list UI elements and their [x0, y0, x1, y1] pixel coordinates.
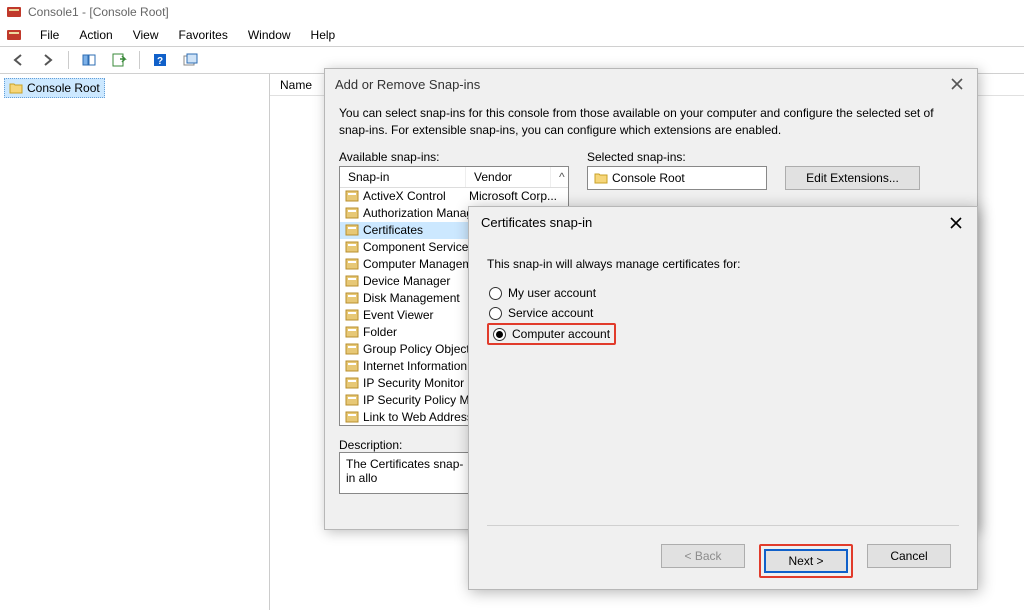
export-list-button[interactable]	[107, 49, 131, 71]
menu-bar: File Action View Favorites Window Help	[0, 24, 1024, 46]
tree-node-label: Console Root	[27, 81, 100, 95]
header-snapin: Snap-in	[340, 167, 466, 187]
scroll-up-icon[interactable]: ^	[550, 167, 568, 187]
snapin-icon	[344, 206, 359, 221]
edit-extensions-label: Edit Extensions...	[806, 171, 899, 185]
nav-back-button[interactable]	[6, 49, 30, 71]
selected-snapins-label: Selected snap-ins:	[587, 150, 767, 164]
show-hide-tree-button[interactable]	[77, 49, 101, 71]
cancel-button-label: Cancel	[890, 549, 927, 563]
snapin-icon	[344, 376, 359, 391]
snapin-icon	[344, 223, 359, 238]
nav-forward-button[interactable]	[36, 49, 60, 71]
snapin-icon	[344, 257, 359, 272]
snapin-icon	[344, 325, 359, 340]
header-vendor: Vendor	[466, 167, 550, 187]
svg-text:?: ?	[157, 56, 163, 67]
description-box: The Certificates snap-in allo	[339, 452, 477, 494]
snapin-vendor: Microsoft Corp...	[469, 189, 564, 203]
edit-extensions-button[interactable]: Edit Extensions...	[785, 166, 920, 190]
next-button-highlight: Next >	[759, 544, 853, 578]
description-text: The Certificates snap-in allo	[346, 457, 463, 485]
radio-my-user-account[interactable]: My user account	[487, 283, 598, 303]
snapin-label: ActiveX Control	[363, 189, 465, 203]
radio-service-account[interactable]: Service account	[487, 303, 595, 323]
dialog2-prompt: This snap-in will always manage certific…	[487, 257, 959, 271]
snapin-icon	[344, 359, 359, 374]
toolbar-divider	[68, 51, 69, 69]
dialog2-title-bar: Certificates snap-in	[469, 207, 977, 237]
snapin-icon	[344, 240, 359, 255]
snapin-icon	[344, 291, 359, 306]
snapin-icon	[344, 342, 359, 357]
menu-view[interactable]: View	[125, 26, 167, 44]
window-title: Console1 - [Console Root]	[28, 5, 169, 19]
dialog1-close-button[interactable]	[943, 73, 971, 95]
selected-snapins-list[interactable]: Console Root	[587, 166, 767, 190]
snapin-icon	[344, 189, 359, 204]
tree-node-console-root[interactable]: Console Root	[4, 78, 105, 98]
menu-window[interactable]: Window	[240, 26, 299, 44]
snapin-icon	[344, 393, 359, 408]
selected-root-label: Console Root	[612, 171, 685, 185]
menu-favorites[interactable]: Favorites	[171, 26, 236, 44]
help-button[interactable]: ?	[148, 49, 172, 71]
radio-label: My user account	[508, 286, 596, 300]
snapin-icon	[344, 308, 359, 323]
back-button-label: < Back	[684, 549, 721, 563]
radio-label: Computer account	[512, 327, 610, 341]
menu-file[interactable]: File	[32, 26, 67, 44]
scope-tree-pane[interactable]: Console Root	[0, 74, 270, 610]
back-button: < Back	[661, 544, 745, 568]
certificates-snapin-dialog: Certificates snap-in This snap-in will a…	[468, 206, 978, 590]
dialog1-intro-text: You can select snap-ins for this console…	[339, 105, 963, 140]
mmc-doc-icon	[6, 27, 22, 43]
menu-action[interactable]: Action	[71, 26, 120, 44]
cancel-button[interactable]: Cancel	[867, 544, 951, 568]
radio-computer-account[interactable]: Computer account	[487, 323, 616, 345]
snapin-row[interactable]: ActiveX Control Microsoft Corp...	[340, 188, 568, 205]
dialog2-title: Certificates snap-in	[481, 215, 592, 230]
next-button-label: Next >	[788, 554, 823, 568]
folder-icon	[594, 172, 608, 184]
snapin-icon	[344, 410, 359, 425]
next-button[interactable]: Next >	[764, 549, 848, 573]
menu-help[interactable]: Help	[303, 26, 344, 44]
dialog2-separator	[487, 525, 959, 526]
title-bar: Console1 - [Console Root]	[0, 0, 1024, 24]
dialog1-title: Add or Remove Snap-ins	[335, 77, 480, 92]
radio-label: Service account	[508, 306, 593, 320]
radio-icon	[489, 287, 502, 300]
mmc-app-icon	[6, 4, 22, 20]
folder-icon	[9, 82, 23, 94]
toolbar-divider-2	[139, 51, 140, 69]
radio-icon	[493, 328, 506, 341]
snapin-list-header[interactable]: Snap-in Vendor ^	[340, 167, 568, 188]
radio-icon	[489, 307, 502, 320]
dialog2-close-button[interactable]	[943, 213, 969, 233]
snapin-icon	[344, 274, 359, 289]
dialog1-title-bar: Add or Remove Snap-ins	[325, 69, 977, 99]
new-window-button[interactable]	[178, 49, 202, 71]
column-name: Name	[280, 78, 312, 92]
available-snapins-label: Available snap-ins:	[339, 150, 569, 164]
